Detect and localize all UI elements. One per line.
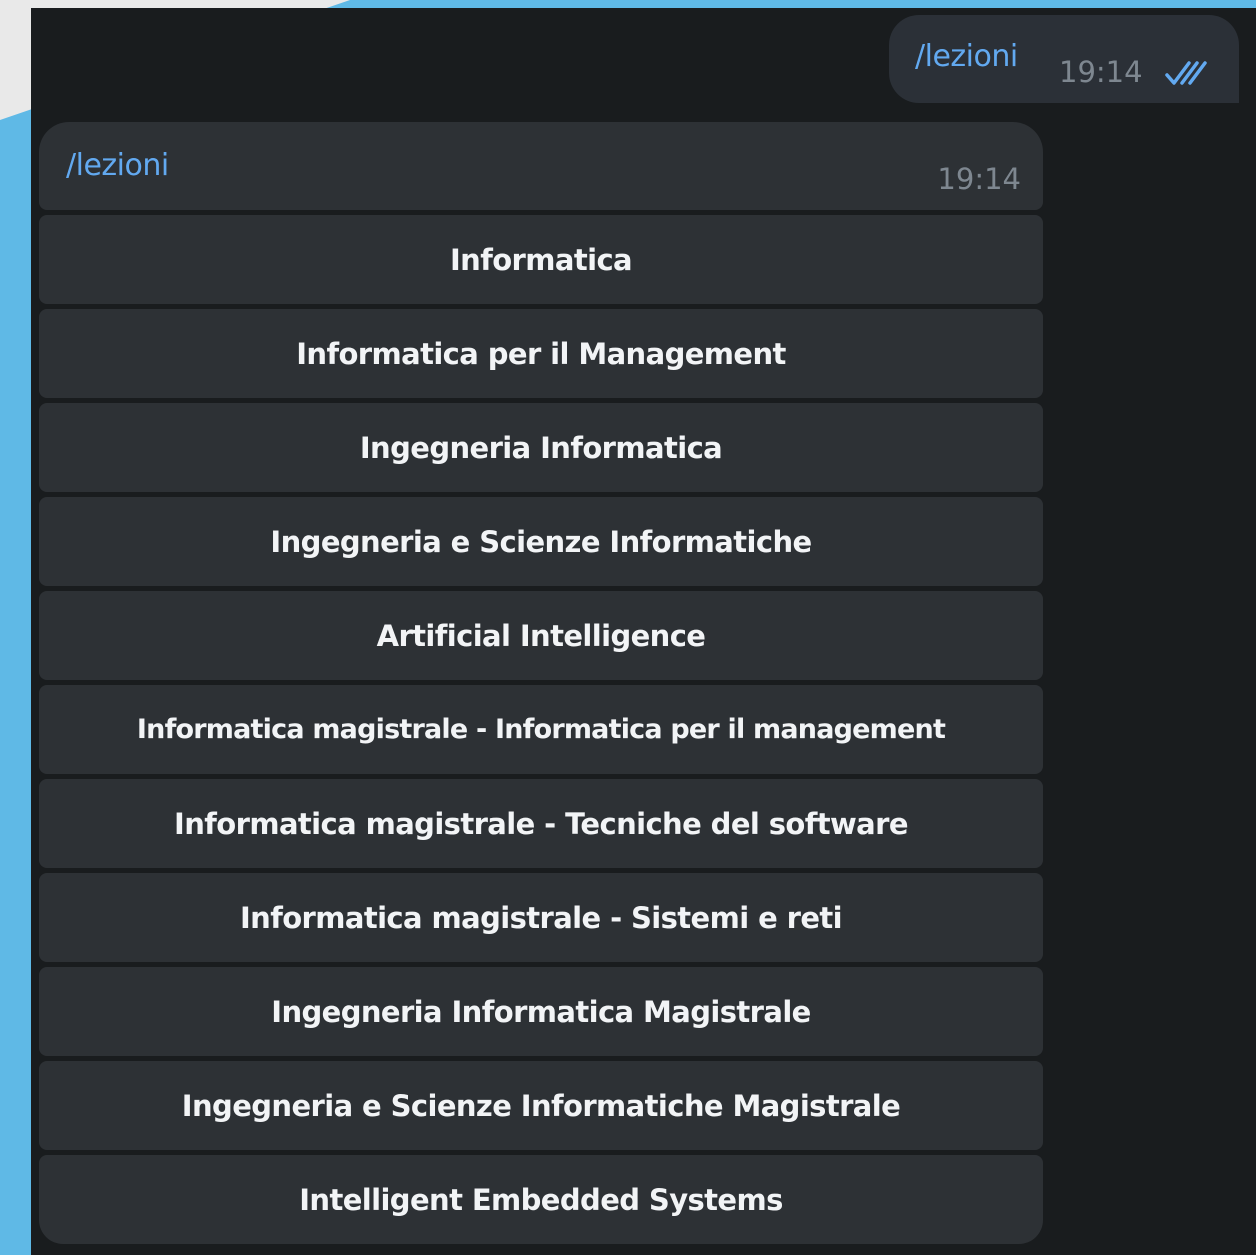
message-time: 19:14 bbox=[1059, 55, 1143, 89]
message-text[interactable]: /lezioni bbox=[66, 148, 169, 183]
keyboard-button-ingegneria-scienze-informatiche[interactable]: Ingegneria e Scienze Informatiche bbox=[39, 497, 1043, 586]
keyboard-button-artificial-intelligence[interactable]: Artificial Intelligence bbox=[39, 591, 1043, 680]
bot-message[interactable]: /lezioni 19:14 bbox=[39, 122, 1043, 210]
keyboard-button-informatica-management[interactable]: Informatica per il Management bbox=[39, 309, 1043, 398]
keyboard-button-intelligent-embedded-systems[interactable]: Intelligent Embedded Systems bbox=[39, 1155, 1043, 1244]
message-time: 19:14 bbox=[937, 162, 1021, 196]
keyboard-button-ingegneria-informatica[interactable]: Ingegneria Informatica bbox=[39, 403, 1043, 492]
keyboard-button-ingegneria-scienze-magistrale[interactable]: Ingegneria e Scienze Informatiche Magist… bbox=[39, 1061, 1043, 1150]
message-text[interactable]: /lezioni bbox=[915, 39, 1018, 74]
keyboard-button-ingegneria-informatica-magistrale[interactable]: Ingegneria Informatica Magistrale bbox=[39, 967, 1043, 1056]
keyboard-button-informatica[interactable]: Informatica bbox=[39, 215, 1043, 304]
outgoing-message[interactable]: /lezioni 19:14 bbox=[889, 15, 1239, 103]
double-check-icon bbox=[1165, 61, 1207, 85]
keyboard-button-magistrale-management[interactable]: Informatica magistrale - Informatica per… bbox=[39, 685, 1043, 774]
keyboard-button-magistrale-tecniche-software[interactable]: Informatica magistrale - Tecniche del so… bbox=[39, 779, 1043, 868]
keyboard-button-magistrale-sistemi-reti[interactable]: Informatica magistrale - Sistemi e reti bbox=[39, 873, 1043, 962]
